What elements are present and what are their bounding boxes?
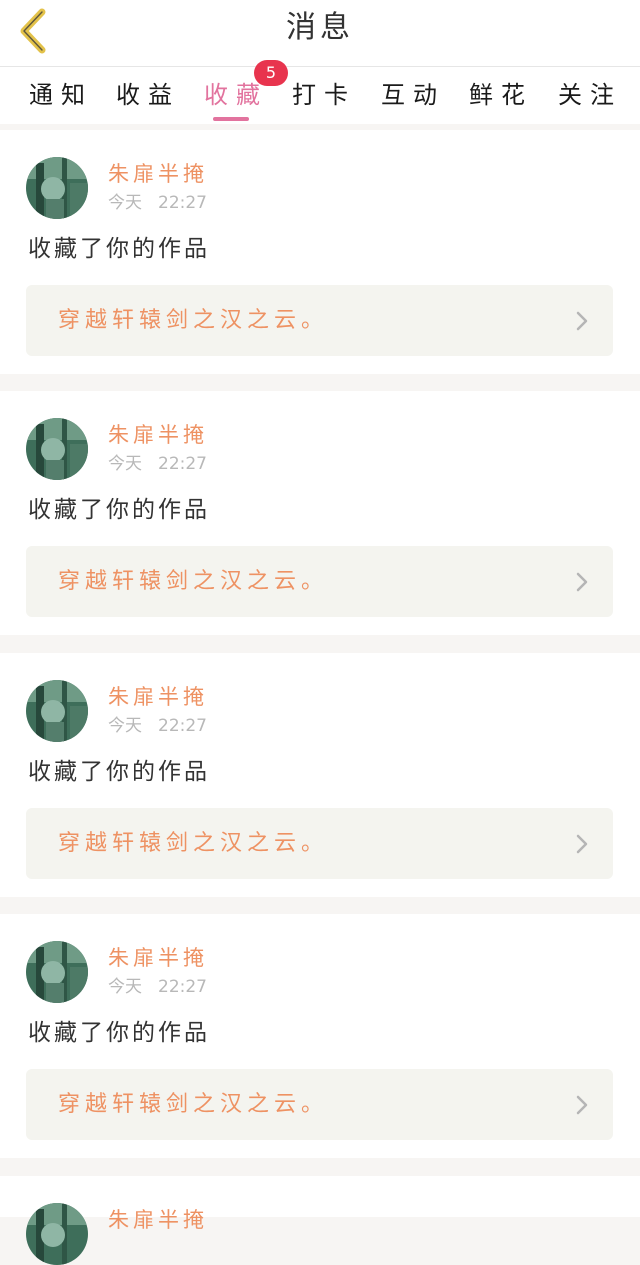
top-bar: 消息 [0, 0, 640, 67]
notification-card: 朱扉半掩 今天 22:27 收藏了你的作品 穿越轩辕剑之汉之云。 [0, 391, 640, 635]
unread-count-badge: 5 [254, 60, 288, 86]
work-title: 穿越轩辕剑之汉之云。 [58, 308, 329, 333]
work-title: 穿越轩辕剑之汉之云。 [58, 569, 329, 594]
action-text: 收藏了你的作品 [28, 759, 210, 785]
timestamp: 今天 22:27 [108, 192, 207, 214]
chevron-right-icon [576, 572, 588, 592]
avatar-image [26, 1203, 88, 1265]
username[interactable]: 朱扉半掩 [108, 421, 208, 449]
active-tab-indicator [213, 117, 249, 121]
chevron-right-icon [576, 311, 588, 331]
date-label: 今天 [108, 193, 142, 213]
work-link[interactable]: 穿越轩辕剑之汉之云。 [26, 285, 613, 356]
avatar[interactable] [26, 680, 88, 742]
avatar-image [26, 941, 88, 1003]
page-title: 消息 [286, 10, 354, 45]
work-title: 穿越轩辕剑之汉之云。 [58, 831, 329, 856]
avatar[interactable] [26, 418, 88, 480]
timestamp: 今天 22:27 [108, 715, 207, 737]
date-label: 今天 [108, 977, 142, 997]
date-label: 今天 [108, 454, 142, 474]
date-label: 今天 [108, 716, 142, 736]
time-label: 22:27 [158, 454, 207, 474]
tab-flowers[interactable]: 鲜花 [469, 75, 533, 115]
username[interactable]: 朱扉半掩 [108, 160, 208, 188]
work-link[interactable]: 穿越轩辕剑之汉之云。 [26, 1069, 613, 1140]
notification-card: 朱扉半掩 今天 22:27 收藏了你的作品 穿越轩辕剑之汉之云。 [0, 914, 640, 1158]
notification-card: 朱扉半掩 今天 22:27 收藏了你的作品 穿越轩辕剑之汉之云。 [0, 130, 640, 374]
action-text: 收藏了你的作品 [28, 1020, 210, 1046]
chevron-right-icon [576, 1095, 588, 1115]
timestamp: 今天 22:27 [108, 976, 207, 998]
timestamp: 今天 22:27 [108, 453, 207, 475]
tab-interaction[interactable]: 互动 [381, 75, 445, 115]
time-label: 22:27 [158, 716, 207, 736]
notification-card: 朱扉半掩 今天 22:27 收藏了你的作品 穿越轩辕剑之汉之云。 [0, 653, 640, 897]
avatar-image [26, 680, 88, 742]
tab-checkin[interactable]: 打卡 [292, 75, 356, 115]
avatar[interactable] [26, 1203, 88, 1265]
time-label: 22:27 [158, 193, 207, 213]
work-link[interactable]: 穿越轩辕剑之汉之云。 [26, 546, 613, 617]
tab-follow[interactable]: 关注 [558, 75, 622, 115]
avatar[interactable] [26, 157, 88, 219]
action-text: 收藏了你的作品 [28, 236, 210, 262]
chevron-right-icon [576, 834, 588, 854]
notification-card: 朱扉半掩 [0, 1176, 640, 1265]
action-text: 收藏了你的作品 [28, 497, 210, 523]
avatar[interactable] [26, 941, 88, 1003]
tab-bar: 通知 收益 收藏 打卡 互动 鲜花 关注 [0, 67, 640, 124]
work-title: 穿越轩辕剑之汉之云。 [58, 1092, 329, 1117]
work-link[interactable]: 穿越轩辕剑之汉之云。 [26, 808, 613, 879]
avatar-image [26, 418, 88, 480]
tab-notice[interactable]: 通知 [29, 75, 93, 115]
username[interactable]: 朱扉半掩 [108, 683, 208, 711]
avatar-image [26, 157, 88, 219]
tab-earnings[interactable]: 收益 [116, 75, 180, 115]
username[interactable]: 朱扉半掩 [108, 1206, 208, 1234]
time-label: 22:27 [158, 977, 207, 997]
username[interactable]: 朱扉半掩 [108, 944, 208, 972]
